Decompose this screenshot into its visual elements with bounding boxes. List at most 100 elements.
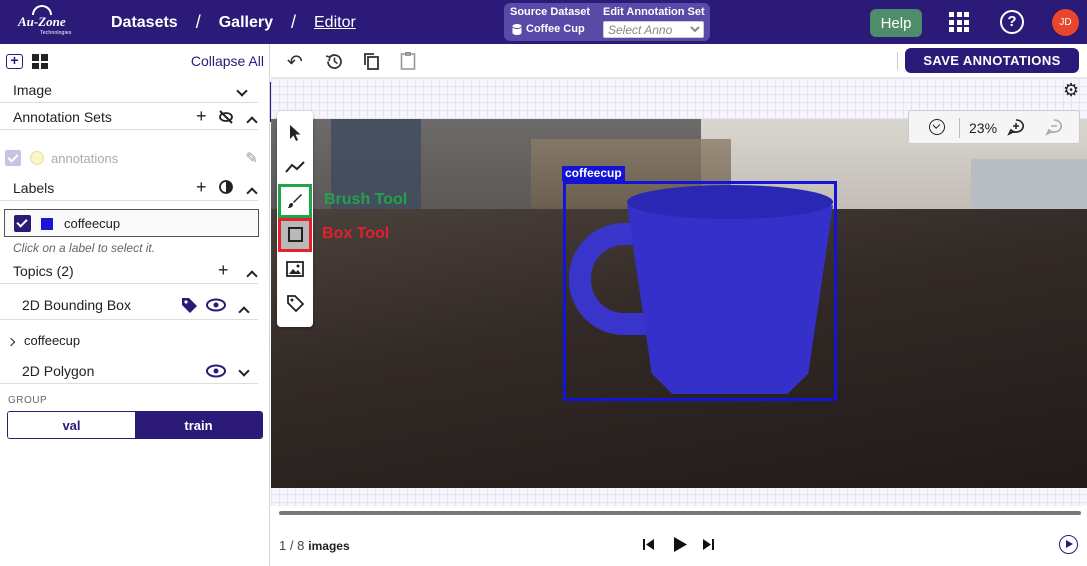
logo-subtitle: Technologies — [40, 30, 72, 36]
pencil-icon[interactable]: ✎ — [245, 149, 258, 167]
annotation-set-checkbox[interactable] — [5, 150, 21, 166]
toolbar-divider — [897, 52, 898, 70]
image-section-header[interactable]: Image — [0, 77, 258, 103]
topic-polygon-title: 2D Polygon — [22, 363, 95, 379]
image-annotate-tool[interactable] — [281, 255, 309, 283]
breadcrumb-separator: / — [290, 12, 296, 32]
annotation-set-select[interactable]: Select Anno — [603, 21, 704, 38]
play-icon[interactable] — [672, 536, 688, 553]
select-tool[interactable] — [281, 119, 309, 147]
box-tool[interactable] — [278, 218, 312, 252]
gear-icon[interactable]: ⚙ — [1063, 80, 1079, 101]
dashboard-icon[interactable] — [32, 54, 48, 69]
eye-icon[interactable] — [206, 298, 226, 312]
skip-next-icon[interactable] — [702, 538, 715, 551]
annotation-set-name: annotations — [51, 151, 119, 166]
image-section-title: Image — [13, 82, 52, 98]
eye-slash-icon[interactable] — [218, 109, 234, 125]
box-tool-caption: Box Tool — [322, 225, 390, 242]
polyline-icon — [285, 161, 305, 173]
image-player: 1 / 8 images — [271, 506, 1087, 566]
group-label: GROUP — [8, 395, 48, 406]
topic-2d-polygon[interactable]: 2D Polygon — [0, 358, 258, 384]
collapse-all-button[interactable]: Collapse All — [191, 53, 264, 69]
nav-gallery-link[interactable]: Gallery — [219, 14, 273, 32]
page-indicator: 1 / 8 images — [279, 538, 350, 553]
zoom-out-icon[interactable] — [1045, 118, 1063, 136]
breadcrumb: Datasets / Gallery / Editor — [111, 12, 356, 33]
topics-header: Topics (2) + — [0, 258, 258, 284]
source-dataset-value: Coffee Cup — [512, 23, 585, 35]
label-item-coffeecup[interactable]: coffeecup — [4, 209, 259, 237]
add-panel-icon[interactable]: + — [6, 53, 23, 69]
nav-editor-link[interactable]: Editor — [314, 14, 356, 32]
skip-previous-icon[interactable] — [642, 538, 655, 551]
chevron-up-icon[interactable] — [246, 184, 258, 202]
source-dataset-label: Source Dataset — [510, 6, 591, 18]
label-checkbox[interactable] — [14, 215, 31, 232]
breadcrumb-separator: / — [195, 12, 201, 32]
eye-icon[interactable] — [206, 364, 226, 378]
clipboard-icon[interactable] — [400, 51, 416, 70]
zoom-level: 23% — [969, 120, 998, 136]
label-hint-text: Click on a label to select it. — [13, 241, 156, 255]
group-toggle: val train — [7, 411, 263, 439]
chevron-right-icon[interactable] — [6, 337, 16, 347]
image-icon — [286, 261, 304, 277]
bounding-box[interactable] — [563, 181, 837, 401]
tool-palette — [277, 111, 313, 327]
download-icon[interactable] — [929, 119, 945, 135]
group-train-button[interactable]: train — [135, 412, 262, 438]
zoom-divider — [959, 118, 960, 138]
label-color-swatch — [41, 218, 53, 230]
labels-header: Labels + — [0, 175, 258, 201]
tag-icon[interactable] — [181, 297, 198, 314]
topic-child-coffeecup[interactable]: coffeecup — [6, 333, 81, 348]
chevron-up-icon[interactable] — [246, 267, 258, 285]
user-avatar[interactable]: JD — [1052, 9, 1079, 36]
chevron-down-icon[interactable] — [236, 82, 248, 100]
page-count: 1 / 8 — [279, 538, 305, 553]
brush-icon — [288, 194, 302, 208]
chevron-up-icon[interactable] — [238, 303, 250, 321]
labels-title: Labels — [13, 180, 55, 196]
annotation-sets-title: Annotation Sets — [13, 109, 112, 125]
tag-tool[interactable] — [281, 289, 309, 317]
contrast-icon[interactable] — [219, 180, 233, 194]
help-button[interactable]: Help — [870, 9, 922, 37]
history-icon[interactable] — [325, 52, 344, 71]
topics-title: Topics (2) — [13, 263, 74, 279]
edit-annotation-set-label: Edit Annotation Set — [603, 6, 705, 18]
logo-name: Au-Zone — [18, 14, 66, 29]
playback-progress-bar[interactable] — [279, 511, 1081, 515]
left-sidebar: + Collapse All Image Annotation Sets + a… — [0, 44, 270, 566]
add-annotation-set-icon[interactable]: + — [196, 106, 207, 127]
save-annotations-button[interactable]: SAVE ANNOTATIONS — [905, 48, 1079, 73]
question-icon[interactable]: ? — [1000, 10, 1024, 34]
brush-tool[interactable] — [278, 184, 312, 218]
bounding-box-label: coffeecup — [562, 166, 625, 181]
cursor-icon — [290, 125, 301, 141]
database-icon — [512, 23, 522, 35]
nav-datasets-link[interactable]: Datasets — [111, 14, 178, 32]
zoom-in-icon[interactable] — [1007, 118, 1025, 136]
add-topic-icon[interactable]: + — [218, 260, 229, 281]
dataset-selector-panel: Source Dataset Coffee Cup Edit Annotatio… — [504, 3, 710, 41]
zoom-controls: 23% — [908, 110, 1080, 144]
topic-child-label: coffeecup — [24, 333, 81, 348]
undo-icon[interactable]: ↶ — [287, 51, 303, 74]
brush-tool-caption: Brush Tool — [324, 191, 408, 208]
annotation-set-item[interactable]: annotations ✎ — [5, 149, 260, 169]
copy-icon[interactable] — [363, 52, 380, 71]
tag-outline-icon — [287, 295, 305, 313]
topic-2d-bounding-box[interactable]: 2D Bounding Box — [0, 292, 258, 320]
polyline-tool[interactable] — [281, 153, 309, 181]
group-val-button[interactable]: val — [8, 412, 135, 438]
autoplay-icon[interactable] — [1059, 535, 1078, 554]
topic-bbox-title: 2D Bounding Box — [22, 297, 131, 313]
add-label-icon[interactable]: + — [196, 177, 207, 198]
au-zone-logo[interactable]: Au-Zone Technologies — [18, 5, 74, 39]
apps-grid-icon[interactable] — [949, 12, 969, 32]
chevron-down-icon[interactable] — [238, 362, 250, 380]
chevron-up-icon[interactable] — [246, 113, 258, 131]
